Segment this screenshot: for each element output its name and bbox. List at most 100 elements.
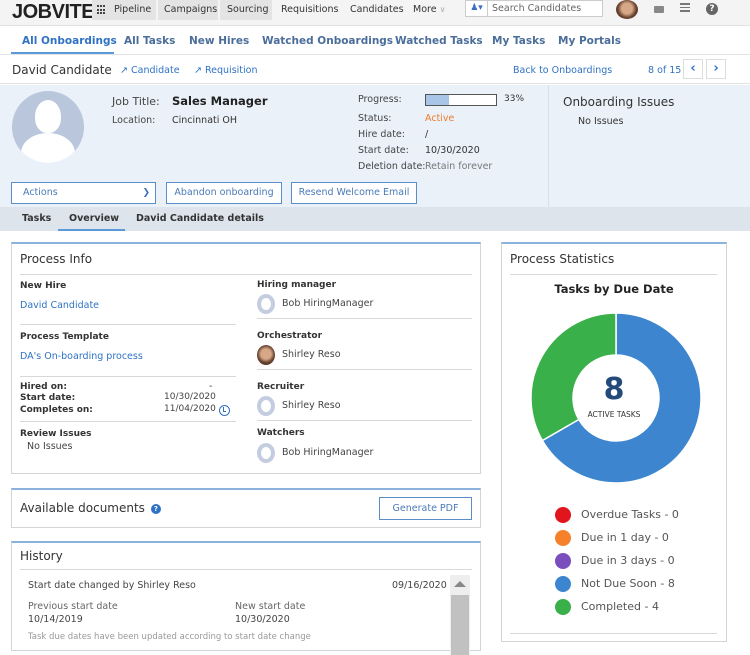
- search-input[interactable]: [492, 1, 600, 16]
- hiring-manager-avatar: [257, 294, 275, 314]
- location-label: Location:: [112, 115, 156, 126]
- resend-welcome-email-button[interactable]: Resend Welcome Email: [291, 182, 417, 204]
- available-documents-card: Available documents? Generate PDF: [11, 488, 481, 528]
- divider: [510, 633, 717, 634]
- nav-more[interactable]: More ∨: [413, 0, 445, 20]
- tab-tasks[interactable]: Tasks: [22, 213, 51, 224]
- divider: [20, 376, 236, 377]
- divider: [548, 85, 549, 207]
- tab-overview[interactable]: Overview: [69, 213, 119, 224]
- nav-pipeline-label: Pipeline: [114, 4, 152, 15]
- new-hire-link[interactable]: David Candidate: [20, 300, 99, 311]
- clock-icon[interactable]: [219, 405, 230, 416]
- previous-button[interactable]: ‹: [683, 59, 703, 79]
- help-icon[interactable]: ?: [706, 3, 718, 15]
- subnav-all-tasks[interactable]: All Tasks: [124, 35, 175, 47]
- top-bar: JOBVITE Pipeline Campaigns Sourcing Requ…: [0, 0, 750, 26]
- available-documents-label: Available documents: [20, 501, 145, 515]
- generate-pdf-button[interactable]: Generate PDF: [379, 497, 472, 520]
- legend-dot-icon: [555, 599, 571, 615]
- legend-dot-icon: [555, 530, 571, 546]
- hired-on-value: -: [209, 381, 213, 392]
- subnav-watched-tasks[interactable]: Watched Tasks: [395, 35, 483, 47]
- next-button[interactable]: ›: [706, 59, 726, 79]
- divider: [20, 324, 236, 325]
- history-scrollbar[interactable]: [450, 575, 470, 655]
- legend-dot-icon: [555, 576, 571, 592]
- available-documents-title: Available documents?: [20, 501, 161, 515]
- review-issues-label: Review Issues: [20, 429, 92, 439]
- people-filter-icon[interactable]: ♟▾: [466, 1, 488, 16]
- completes-on-label: Completes on:: [20, 405, 93, 415]
- hiring-manager-name: Bob HiringManager: [282, 298, 374, 309]
- list-icon[interactable]: [680, 3, 690, 15]
- nav-requisitions[interactable]: Requisitions: [281, 0, 338, 20]
- divider: [20, 274, 472, 275]
- process-statistics-card: Process Statistics Tasks by Due Date 8 A…: [501, 242, 727, 642]
- nav-sourcing[interactable]: Sourcing: [220, 0, 272, 20]
- apps-grid-icon[interactable]: [97, 5, 107, 15]
- active-tab-indicator: [11, 52, 114, 54]
- actions-dropdown[interactable]: Actions ❯: [11, 182, 156, 204]
- divider: [20, 421, 236, 422]
- user-avatar[interactable]: [616, 0, 638, 19]
- process-template-link[interactable]: DA's On-boarding process: [20, 351, 143, 362]
- candidate-bar: David Candidate ↗ Candidate ↗ Requisitio…: [0, 56, 750, 84]
- mail-icon[interactable]: [654, 6, 664, 13]
- completes-on-value: 11/04/2020: [164, 404, 216, 414]
- deletion-date-value: Retain forever: [425, 161, 493, 172]
- start-date-label: Start date:: [20, 393, 76, 403]
- scrollbar-thumb[interactable]: [451, 595, 469, 655]
- orchestrator-avatar: [257, 345, 275, 365]
- history-summary: Start date changed by Shirley Reso: [28, 580, 196, 591]
- onboarding-issues-title: Onboarding Issues: [563, 95, 675, 109]
- detail-tabs: Tasks Overview David Candidate details: [0, 207, 750, 231]
- legend-label: Due in 1 day - 0: [581, 531, 669, 544]
- tab-candidate-details[interactable]: David Candidate details: [136, 213, 264, 224]
- history-date: 09/16/2020: [392, 580, 447, 591]
- chevron-down-icon: ❯: [142, 188, 150, 198]
- nav-pipeline[interactable]: Pipeline: [92, 0, 156, 20]
- legend-label: Completed - 4: [581, 600, 659, 613]
- process-statistics-title: Process Statistics: [510, 252, 615, 266]
- scroll-up-icon[interactable]: [454, 581, 466, 587]
- new-start-date-label: New start date: [235, 601, 306, 612]
- previous-start-date-label: Previous start date: [28, 601, 118, 612]
- chevron-right-icon: ›: [713, 61, 719, 76]
- legend-label: Not Due Soon - 8: [581, 577, 675, 590]
- hiring-manager-label: Hiring manager: [257, 280, 337, 290]
- subnav-my-portals[interactable]: My Portals: [558, 35, 621, 47]
- start-date-value: 10/30/2020: [425, 145, 480, 156]
- divider: [257, 420, 472, 421]
- jobvite-logo[interactable]: JOBVITE: [12, 1, 95, 24]
- subnav-watched-onboardings[interactable]: Watched Onboardings: [262, 35, 393, 47]
- candidate-link[interactable]: ↗ Candidate: [120, 65, 180, 76]
- orchestrator-name: Shirley Reso: [282, 349, 341, 360]
- process-info-title: Process Info: [20, 252, 93, 266]
- active-tasks-count: 8: [603, 372, 625, 407]
- recruiter-name: Shirley Reso: [282, 400, 341, 411]
- back-to-onboardings-link[interactable]: Back to Onboardings: [513, 65, 612, 76]
- info-icon[interactable]: ?: [150, 503, 161, 514]
- location-value: Cincinnati OH: [172, 115, 238, 126]
- subnav-new-hires[interactable]: New Hires: [189, 35, 249, 47]
- status-value: Active: [425, 113, 455, 124]
- chevron-down-icon: ∨: [439, 5, 446, 14]
- abandon-onboarding-button[interactable]: Abandon onboarding: [166, 182, 282, 204]
- subnav-all-onboardings[interactable]: All Onboardings: [22, 35, 117, 47]
- divider: [257, 369, 472, 370]
- nav-candidates[interactable]: Candidates: [350, 0, 404, 20]
- requisition-link[interactable]: ↗ Requisition: [194, 65, 257, 76]
- process-template-label: Process Template: [20, 332, 109, 342]
- history-title: History: [20, 549, 63, 563]
- process-info-card: Process Info New Hire David Candidate Pr…: [11, 242, 481, 474]
- hire-date-value: /: [425, 129, 429, 140]
- new-start-date-value: 10/30/2020: [235, 614, 290, 625]
- orchestrator-label: Orchestrator: [257, 331, 323, 341]
- subnav-my-tasks[interactable]: My Tasks: [492, 35, 545, 47]
- nav-more-label: More: [413, 4, 437, 15]
- hired-on-label: Hired on:: [20, 382, 67, 392]
- nav-campaigns[interactable]: Campaigns: [158, 0, 218, 20]
- pager-count: 8 of 15: [648, 65, 682, 76]
- active-tab-indicator: [58, 229, 125, 231]
